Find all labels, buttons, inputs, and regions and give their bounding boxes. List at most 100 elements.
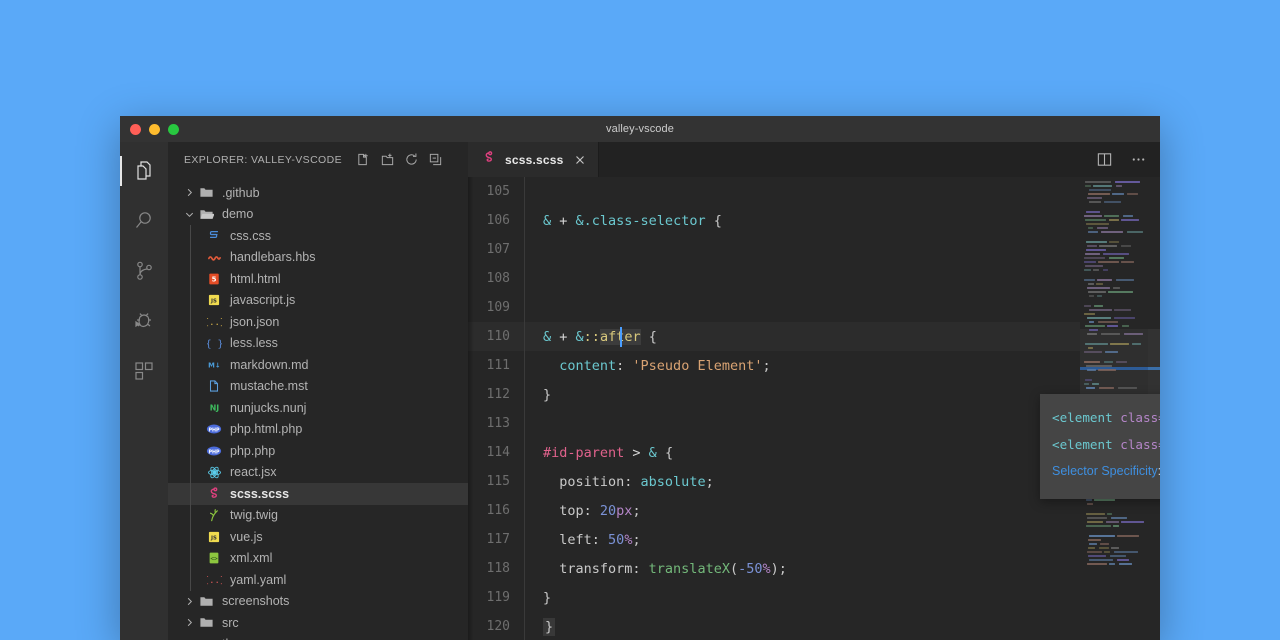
tree-file-markdown-md[interactable]: M↓ markdown.md: [168, 354, 468, 376]
tree-file-html-html[interactable]: 5 html.html: [168, 268, 468, 290]
code-line-106[interactable]: 106 & + &.class-selector {: [468, 206, 1160, 235]
minimap-line: [1087, 333, 1097, 335]
ellipsis-icon[interactable]: [1128, 150, 1148, 170]
tree-file-yaml-yaml[interactable]: {..} yaml.yaml: [168, 569, 468, 591]
folder-icon-wrap: [196, 185, 216, 200]
tree-folder-demo[interactable]: demo: [168, 204, 468, 226]
code-line-118[interactable]: 118 transform: translateX(-50%);: [468, 554, 1160, 583]
code-text: top: 20px;: [525, 502, 640, 519]
tree-item-label: css.css: [230, 228, 271, 243]
minimap-line: [1109, 219, 1119, 221]
minimap-line: [1107, 325, 1118, 327]
tree-folder-src[interactable]: src: [168, 612, 468, 634]
file-tree[interactable]: .github demo css.css handlebars.hbs 5 html.ht…: [168, 177, 468, 640]
code-line-120[interactable]: 120}: [468, 612, 1160, 640]
tree-file-scss-scss[interactable]: scss.scss: [168, 483, 468, 505]
close-window-button[interactable]: [130, 123, 141, 135]
svg-text:NJ: NJ: [209, 404, 219, 413]
minimap-line: [1121, 245, 1131, 247]
code-text: & + &::after {: [525, 326, 657, 347]
chevron-down-icon[interactable]: [182, 209, 196, 220]
tree-file-twig-twig[interactable]: twig.twig: [168, 505, 468, 527]
new-folder-icon[interactable]: [376, 149, 398, 171]
code-token: 20: [599, 502, 617, 519]
code-token: &: [543, 212, 560, 229]
code-line-117[interactable]: 117 left: 50%;: [468, 525, 1160, 554]
code-token: }: [543, 589, 552, 606]
minimap-line: [1089, 559, 1113, 561]
chevron-right-icon[interactable]: [182, 596, 196, 607]
window-controls[interactable]: [130, 116, 179, 142]
collapse-all-icon[interactable]: [424, 149, 446, 171]
code-line-107[interactable]: 107: [468, 235, 1160, 264]
tree-file-mustache-mst[interactable]: mustache.mst: [168, 376, 468, 398]
code-text: #id-parent > & {: [525, 445, 673, 461]
gutter-divider: [524, 264, 525, 293]
minimap-line: [1104, 551, 1110, 553]
minimap-line: [1088, 547, 1095, 549]
activity-item-extensions[interactable]: [120, 346, 168, 396]
extensions-icon: [132, 359, 156, 383]
less-icon-wrap: { }: [204, 336, 224, 351]
tree-file-php-html-php[interactable]: PHP php.html.php: [168, 419, 468, 441]
activity-item-search[interactable]: [120, 196, 168, 246]
minimap-line: [1109, 257, 1124, 259]
activity-item-debug[interactable]: [120, 296, 168, 346]
minimap-line: [1089, 189, 1111, 191]
code-line-116[interactable]: 116 top: 20px;: [468, 496, 1160, 525]
split-editor-icon[interactable]: [1094, 150, 1114, 170]
minimap-line: [1089, 321, 1094, 323]
minimap-line: [1110, 555, 1126, 557]
new-file-icon[interactable]: [352, 149, 374, 171]
tree-file-json-json[interactable]: {..} json.json: [168, 311, 468, 333]
explorer-title: EXPLORER: VALLEY-VSCODE: [184, 153, 343, 166]
activity-item-source-control[interactable]: [120, 246, 168, 296]
refresh-icon[interactable]: [400, 149, 422, 171]
scrollbar-thumb[interactable]: [1148, 329, 1160, 403]
chevron-right-icon[interactable]: [182, 617, 196, 628]
close-icon[interactable]: [572, 152, 588, 168]
minimap-line: [1087, 245, 1097, 247]
code-text: left: 50%;: [525, 532, 640, 548]
svg-text:PHP: PHP: [208, 449, 220, 455]
minimize-window-button[interactable]: [149, 123, 160, 135]
tree-file-css-css[interactable]: css.css: [168, 225, 468, 247]
tree-item-label: .github: [222, 185, 260, 200]
code-editor[interactable]: 105 106 & + &.class-selector {107 108 109 110…: [468, 177, 1160, 640]
editor-toolbar: [1094, 142, 1152, 177]
tree-file-react-jsx[interactable]: react.jsx: [168, 462, 468, 484]
minimap-line: [1087, 369, 1096, 371]
sidebar-scrollbar[interactable]: [458, 142, 468, 640]
tree-file-nunjucks-nunj[interactable]: NJ nunjucks.nunj: [168, 397, 468, 419]
tree-folder-screenshots[interactable]: screenshots: [168, 591, 468, 613]
tree-folder-themes[interactable]: themes: [168, 634, 468, 640]
tree-file-less-less[interactable]: { } less.less: [168, 333, 468, 355]
tree-file-vue-js[interactable]: JS vue.js: [168, 526, 468, 548]
activity-item-explorer[interactable]: [120, 146, 168, 196]
code-line-105[interactable]: 105: [468, 177, 1160, 206]
code-line-108[interactable]: 108: [468, 264, 1160, 293]
code-token: }: [543, 386, 552, 403]
chevron-right-icon[interactable]: [182, 187, 196, 198]
line-number: 110: [486, 329, 510, 344]
tree-file-php-php[interactable]: PHP php.php: [168, 440, 468, 462]
code-line-110[interactable]: 110 & + &::after {: [468, 322, 1160, 351]
search-icon: [132, 209, 156, 233]
tab-scss-scss[interactable]: scss.scss: [468, 142, 599, 177]
tree-file-handlebars-hbs[interactable]: handlebars.hbs: [168, 247, 468, 269]
minimap-line: [1114, 309, 1131, 311]
code-line-109[interactable]: 109: [468, 293, 1160, 322]
maximize-window-button[interactable]: [168, 123, 179, 135]
tree-item-label: xml.xml: [230, 551, 273, 566]
code-line-111[interactable]: 111 content: 'Pseudo Element';: [468, 351, 1160, 380]
minimap-line: [1116, 361, 1127, 363]
selected-word: after: [599, 326, 641, 347]
tree-folder--github[interactable]: .github: [168, 182, 468, 204]
code-token: 'Pseudo Element': [632, 357, 763, 374]
code-line-119[interactable]: 119}: [468, 583, 1160, 612]
code-token: ;: [778, 560, 787, 577]
specificity-link[interactable]: Selector Specificity: [1052, 464, 1158, 478]
tree-file-javascript-js[interactable]: JS javascript.js: [168, 290, 468, 312]
markdown-icon-wrap: M↓: [204, 357, 224, 372]
tree-file-xml-xml[interactable]: <> xml.xml: [168, 548, 468, 570]
